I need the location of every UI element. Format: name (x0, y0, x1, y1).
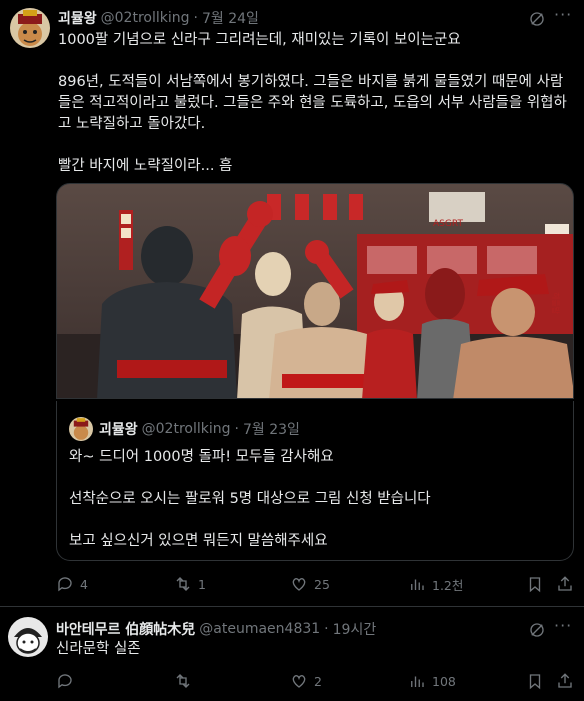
views-count: 1.2천 (432, 577, 464, 593)
tweet-text: 신라문학 실존 (56, 641, 141, 657)
quoted-paragraph: 와~ 드디어 1000명 돌파! 모두들 감사해요 (69, 449, 334, 465)
main-tweet[interactable]: 괴뮬왕 @02trollking · 7월 24일 ··· 1000팔 기념으로… (0, 0, 584, 605)
tweet-header: 바안테무르 伯顔帖木兒 @ateumaen4831 · 19시간 (56, 619, 376, 639)
retweet-icon (176, 577, 190, 591)
author-handle[interactable]: @02trollking (101, 10, 190, 26)
quoted-paragraph: 보고 싶으신거 있으면 뭐든지 말씀해주세요 (69, 533, 328, 549)
retweet-button[interactable] (174, 672, 198, 690)
sign-text: 히틀발 (551, 292, 561, 315)
tweet-actions: 4 1 25 1.2천 (56, 574, 574, 594)
reply-icon (58, 674, 72, 689)
quoted-header: 괴뮬왕 @02trollking · 7월 23일 (99, 419, 300, 439)
grok-icon[interactable] (528, 621, 546, 639)
more-options-icon[interactable]: ··· (554, 616, 572, 635)
bookmark-icon (529, 577, 541, 593)
reply-icon (58, 577, 72, 592)
separator-dot: · (324, 621, 329, 637)
separator-dot: · (193, 10, 198, 26)
quoted-paragraph: 선착순으로 오시는 팔로워 5명 대상으로 그림 신청 받습니다 (69, 491, 431, 507)
retweet-icon (176, 674, 190, 688)
views-count: 108 (432, 673, 456, 689)
like-count: 25 (314, 576, 330, 592)
separator-dot: · (234, 421, 239, 437)
grok-icon[interactable] (528, 10, 546, 28)
bookmark-button[interactable] (526, 575, 544, 593)
views-button[interactable]: 1.2천 (408, 575, 463, 594)
author-handle[interactable]: @ateumaen4831 (199, 621, 320, 637)
author-avatar[interactable] (10, 8, 50, 48)
share-button[interactable] (556, 672, 574, 690)
heart-icon (292, 675, 306, 688)
tweet-paragraph: 896년, 도적들이 서남쪽에서 봉기하였다. 그들은 바지를 붉게 물들였기 … (58, 74, 567, 132)
timestamp[interactable]: 19시간 (333, 619, 377, 639)
quoted-text: 와~ 드디어 1000명 돌파! 모두들 감사해요 선착순으로 오시는 팔로워 … (69, 447, 563, 552)
more-options-icon[interactable]: ··· (554, 5, 572, 24)
views-icon (411, 676, 424, 687)
author-avatar[interactable] (8, 617, 48, 657)
quoted-author-handle: @02trollking (141, 421, 231, 437)
author-name[interactable]: 바안테무르 伯顔帖木兒 (56, 619, 195, 639)
tweet-paragraph: 1000팔 기념으로 신라구 그리려는데, 재미있는 기록이 보이는군요 (58, 32, 461, 48)
like-count: 2 (314, 673, 322, 689)
timestamp[interactable]: 7월 24일 (202, 8, 259, 28)
bookmark-button[interactable] (526, 672, 544, 690)
tweet-image[interactable]: ASGRT 히틀발 (56, 183, 574, 399)
like-button[interactable]: 2 (290, 672, 322, 690)
views-icon (411, 579, 424, 590)
heart-icon (292, 578, 306, 591)
reply-count: 4 (80, 576, 88, 592)
reply-tweet[interactable]: 바안테무르 伯顔帖木兒 @ateumaen4831 · 19시간 ··· 신라문… (0, 607, 584, 701)
tweet-header: 괴뮬왕 @02trollking · 7월 24일 (58, 8, 259, 28)
bookmark-icon (529, 674, 541, 690)
tweet-actions: 2 108 (56, 671, 574, 691)
author-name[interactable]: 괴뮬왕 (58, 8, 97, 28)
quoted-timestamp: 7월 23일 (242, 422, 300, 438)
share-icon (558, 576, 572, 591)
sign-text: ASGRT (433, 219, 463, 229)
share-button[interactable] (556, 575, 574, 593)
quoted-tweet[interactable]: 괴뮬왕 @02trollking · 7월 23일 와~ 드디어 1000명 돌… (56, 401, 574, 561)
quoted-author-name: 괴뮬왕 (99, 422, 138, 438)
reply-button[interactable] (56, 672, 80, 690)
tweet-text: 1000팔 기념으로 신라구 그리려는데, 재미있는 기록이 보이는군요 896… (58, 30, 568, 177)
tweet-paragraph: 빨간 바지에 노략질이라... 흠 (58, 158, 233, 174)
retweet-button[interactable]: 1 (174, 575, 206, 593)
quoted-author-avatar (69, 417, 93, 441)
views-button[interactable]: 108 (408, 672, 456, 690)
reply-button[interactable]: 4 (56, 575, 88, 593)
like-button[interactable]: 25 (290, 575, 330, 593)
retweet-count: 1 (198, 576, 206, 592)
share-icon (558, 673, 572, 688)
